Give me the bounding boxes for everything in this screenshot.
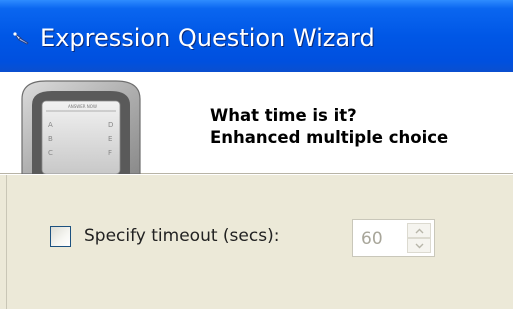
question-type: Enhanced multiple choice [210,128,449,147]
window-title: Expression Question Wizard [40,24,375,52]
wand-icon [13,32,29,45]
timeout-checkbox[interactable] [50,226,71,247]
spinner-down-button[interactable] [407,238,431,253]
timeout-spinner[interactable]: 60 [352,219,435,257]
question-title: What time is it? [210,106,357,125]
title-bar[interactable]: Expression Question Wizard [0,0,513,72]
clicker-device-illustration: ANSWER NOW A B C D E F [21,80,141,174]
svg-text:F: F [108,149,112,157]
svg-text:C: C [48,149,53,157]
svg-text:B: B [48,135,53,143]
svg-text:D: D [108,121,113,129]
spinner-buttons [407,223,431,253]
timeout-checkbox-label[interactable]: Specify timeout (secs): [84,226,279,246]
chevron-up-icon [415,228,423,233]
timeout-value[interactable]: 60 [361,229,383,249]
svg-text:E: E [108,135,112,143]
chevron-down-icon [415,243,423,248]
spinner-up-button[interactable] [407,223,431,238]
panel-divider [6,175,7,309]
wizard-header: ANSWER NOW A B C D E F What time is it? … [0,72,513,174]
wizard-window: Expression Question Wizard ANSWER NOW A [0,0,513,309]
svg-text:A: A [48,121,53,129]
svg-text:ANSWER NOW: ANSWER NOW [68,104,97,109]
